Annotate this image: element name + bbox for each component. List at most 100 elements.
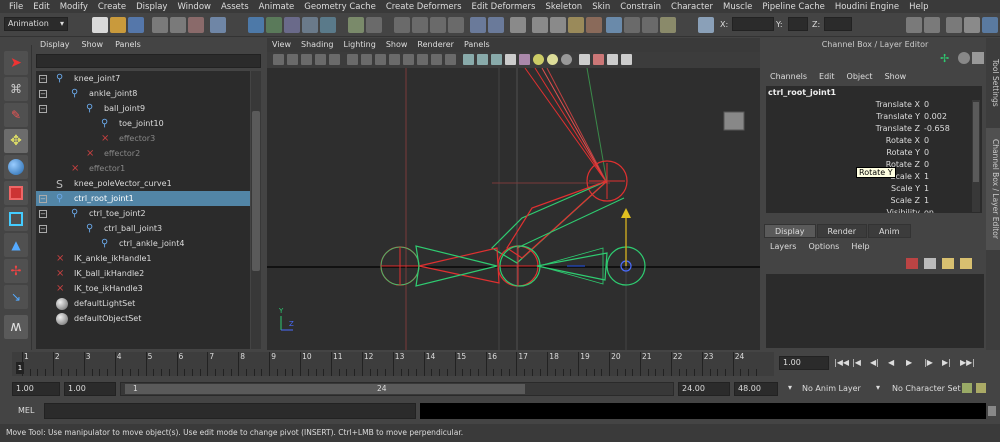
menu-skin[interactable]: Skin <box>587 2 615 12</box>
channel-attribute-row[interactable]: Rotate Y0 <box>766 148 982 160</box>
snap-point-icon[interactable] <box>284 17 300 33</box>
character-controls-icon[interactable] <box>586 17 602 33</box>
outliner-menu-display[interactable]: Display <box>34 38 76 52</box>
hypershade-icon[interactable] <box>470 17 486 33</box>
menu-pipeline-cache[interactable]: Pipeline Cache <box>757 2 829 12</box>
grease-pencil-icon[interactable] <box>347 54 358 65</box>
channel-attribute-value[interactable]: 1 <box>922 184 970 193</box>
motion-blur-icon[interactable] <box>561 54 572 65</box>
outliner-item[interactable]: defaultObjectSet <box>36 311 250 326</box>
y-field[interactable] <box>788 17 808 31</box>
channel-attribute-value[interactable]: 0.002 <box>922 112 970 121</box>
camera-attributes-icon[interactable] <box>287 54 298 65</box>
viewport-menu-shading[interactable]: Shading <box>296 38 339 52</box>
relative-transform-icon[interactable] <box>660 17 676 33</box>
open-scene-icon[interactable] <box>110 17 126 33</box>
select-object-icon[interactable] <box>170 17 186 33</box>
outliner-item[interactable]: ⨯ effector3 <box>36 131 250 146</box>
channel-box-scrollbar-thumb[interactable] <box>973 102 979 182</box>
menu-edit[interactable]: Edit <box>28 2 54 12</box>
move-layer-up-icon[interactable] <box>942 258 954 269</box>
snap-view-plane-icon[interactable] <box>302 17 318 33</box>
channel-attribute-name[interactable]: Rotate X <box>886 136 920 145</box>
menu-character[interactable]: Character <box>666 2 718 12</box>
character-set-dropdown[interactable]: No Character Set <box>892 384 961 393</box>
playback-start-field[interactable]: 1.00 <box>64 382 116 396</box>
menu-create-deformers[interactable]: Create Deformers <box>381 2 467 12</box>
help-icon[interactable] <box>958 52 970 64</box>
menu-window[interactable]: Window <box>172 2 216 12</box>
select-component-icon[interactable] <box>188 17 204 33</box>
safe-title-icon[interactable] <box>445 54 456 65</box>
time-slider-track[interactable]: 1 2 3 4 5 6 7 8 9 10 11 12 13 14 15 16 17 18 19 20 21 22 23 24 1 <box>12 352 774 376</box>
channel-attribute-value[interactable]: 1 <box>922 196 970 205</box>
channel-box-menu-channels[interactable]: Channels <box>764 72 813 81</box>
layer-tab-render[interactable]: Render <box>816 224 867 238</box>
resolution-gate-icon[interactable] <box>389 54 400 65</box>
anim-layer-dropdown[interactable]: No Anim Layer <box>802 384 861 393</box>
snap-curve-icon[interactable] <box>266 17 282 33</box>
toggle-layout-icon[interactable] <box>972 52 984 64</box>
channel-attribute-name[interactable]: Translate Y <box>876 112 920 121</box>
menu-help[interactable]: Help <box>904 2 933 12</box>
toggle-channel-box-icon[interactable] <box>982 17 998 33</box>
history-icon[interactable] <box>348 17 364 33</box>
outliner-scrollbar-thumb[interactable] <box>252 111 260 271</box>
render-region-icon[interactable] <box>924 17 940 33</box>
menu-muscle[interactable]: Muscle <box>718 2 757 12</box>
isolate-select-icon[interactable] <box>579 54 590 65</box>
menu-modify[interactable]: Modify <box>55 2 93 12</box>
show-manipulator-button[interactable]: ✢ <box>4 259 28 283</box>
outliner-item[interactable]: − ⚲ ctrl_root_joint1 <box>36 191 250 206</box>
toggle-attribute-editor-icon[interactable] <box>946 17 962 33</box>
move-layer-down-icon[interactable] <box>960 258 972 269</box>
select-tool-button[interactable]: ➤ <box>4 51 28 75</box>
play-backward-icon[interactable]: ◀ <box>888 358 894 367</box>
sculpt-icon[interactable] <box>606 17 622 33</box>
render-current-frame-icon[interactable] <box>412 17 428 33</box>
outliner-item[interactable]: − ⚲ ankle_joint8 <box>36 86 250 101</box>
channel-attribute-name[interactable]: Translate Z <box>876 124 920 133</box>
go-to-end-icon[interactable]: ▶▶| <box>960 358 975 367</box>
channel-attribute-row[interactable]: Translate Z -0.658 <box>766 124 982 136</box>
step-back-frame-icon[interactable]: ◀| <box>870 358 879 367</box>
outliner-item[interactable]: ⨯ effector2 <box>36 146 250 161</box>
layer-menu-options[interactable]: Options <box>802 240 845 253</box>
scale-tool-button[interactable] <box>4 181 28 205</box>
channel-attribute-row[interactable]: Rotate X0 <box>766 136 982 148</box>
screen-space-ao-icon[interactable] <box>547 54 558 65</box>
menu-animate[interactable]: Animate <box>254 2 300 12</box>
snap-grid-icon[interactable] <box>248 17 264 33</box>
viewport-menu-renderer[interactable]: Renderer <box>412 38 459 52</box>
outliner-item[interactable]: − ⚲ knee_joint7 <box>36 71 250 86</box>
shadows-icon[interactable] <box>533 54 544 65</box>
input-output-icon[interactable] <box>366 17 382 33</box>
channel-box-menu-show[interactable]: Show <box>879 72 913 81</box>
lasso-tool-button[interactable]: ⌘ <box>4 77 28 101</box>
menu-display[interactable]: Display <box>131 2 172 12</box>
playback-end-field[interactable]: 24.00 <box>678 382 730 396</box>
channel-attribute-name[interactable]: Scale Z <box>890 196 920 205</box>
chevron-down-icon[interactable]: ▾ <box>788 383 792 392</box>
safe-action-icon[interactable] <box>431 54 442 65</box>
channel-attribute-value[interactable]: on <box>922 208 970 213</box>
channel-attribute-name[interactable]: Translate X <box>876 100 920 109</box>
outliner-scrollbar[interactable] <box>251 71 261 349</box>
outliner-item[interactable]: − ⚲ ball_joint9 <box>36 101 250 116</box>
show-tool-settings-icon[interactable] <box>532 17 548 33</box>
step-back-key-icon[interactable]: |◀ <box>852 358 861 367</box>
mel-label[interactable]: MEL <box>18 406 34 415</box>
current-time-field[interactable]: 1.00 <box>779 356 829 370</box>
channel-box-object-name[interactable]: ctrl_root_joint1 <box>768 88 836 97</box>
channel-attribute-name[interactable]: Visibility <box>886 208 920 213</box>
outliner-item[interactable]: defaultLightSet <box>36 296 250 311</box>
go-to-start-icon[interactable]: |◀◀ <box>834 358 849 367</box>
step-forward-key-icon[interactable]: ▶| <box>942 358 951 367</box>
ipr-render-icon[interactable] <box>430 17 446 33</box>
soft-modification-button[interactable]: ▲ <box>4 233 28 257</box>
menu-houdini-engine[interactable]: Houdini Engine <box>830 2 904 12</box>
animation-end-field[interactable]: 48.00 <box>734 382 778 396</box>
wireframe-icon[interactable] <box>463 54 474 65</box>
image-plane-icon[interactable] <box>315 54 326 65</box>
channel-attribute-row[interactable]: Scale Z1 <box>766 196 982 208</box>
